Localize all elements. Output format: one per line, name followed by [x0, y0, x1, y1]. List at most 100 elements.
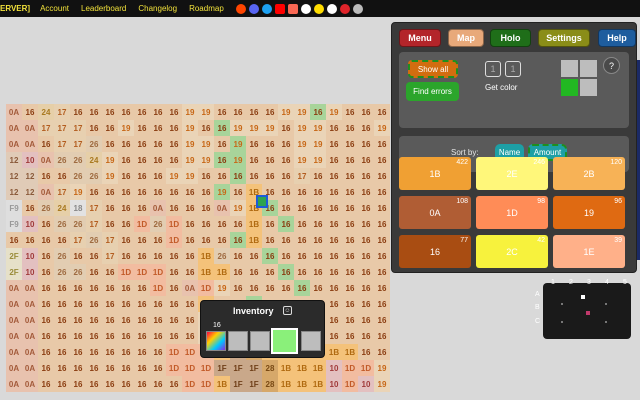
grid-cell[interactable]: 16 — [166, 280, 182, 296]
grid-cell[interactable]: 2F — [6, 264, 22, 280]
grid-cell[interactable]: 16 — [230, 280, 246, 296]
grid-cell[interactable]: 16 — [326, 296, 342, 312]
grid-cell[interactable]: 16 — [294, 264, 310, 280]
grid-cell[interactable]: 26 — [54, 216, 70, 232]
grid-cell[interactable]: 16 — [150, 296, 166, 312]
grid-cell[interactable]: 19 — [230, 152, 246, 168]
grid-cell[interactable]: 1D — [182, 376, 198, 392]
grid-cell[interactable]: 26 — [70, 168, 86, 184]
grid-cell[interactable]: 18 — [70, 200, 86, 216]
grid-cell[interactable]: 16 — [182, 264, 198, 280]
grid-cell[interactable]: 16 — [86, 120, 102, 136]
grid-cell[interactable]: 1B — [326, 344, 342, 360]
grid-cell[interactable]: 1B — [214, 376, 230, 392]
grid-cell[interactable]: 16 — [86, 344, 102, 360]
inventory-slot-3[interactable] — [250, 331, 270, 351]
grid-cell[interactable]: 16 — [54, 296, 70, 312]
grid-cell[interactable]: 16 — [262, 248, 278, 264]
grid-cell[interactable]: 16 — [246, 280, 262, 296]
grid-cell[interactable]: 19 — [230, 120, 246, 136]
grid-cell[interactable]: 0A — [6, 328, 22, 344]
grid-cell[interactable]: 16 — [118, 104, 134, 120]
grid-cell[interactable]: 16 — [214, 136, 230, 152]
grid-cell[interactable]: 16 — [326, 184, 342, 200]
grid-cell[interactable]: 16 — [150, 104, 166, 120]
grid-cell[interactable]: 19 — [166, 168, 182, 184]
grid-cell[interactable]: 16 — [134, 200, 150, 216]
grid-cell[interactable]: 16 — [214, 120, 230, 136]
grid-cell[interactable]: 16 — [166, 312, 182, 328]
grid-cell[interactable]: 28 — [262, 360, 278, 376]
grid-cell[interactable]: 16 — [38, 168, 54, 184]
grid-cell[interactable]: 16 — [118, 280, 134, 296]
grid-cell[interactable]: 16 — [326, 264, 342, 280]
inventory-slot-2[interactable] — [228, 331, 248, 351]
grid-cell[interactable]: 16 — [150, 120, 166, 136]
grid-cell[interactable]: 16 — [230, 168, 246, 184]
grid-cell[interactable]: 0A — [38, 152, 54, 168]
grid-cell[interactable]: 16 — [102, 312, 118, 328]
grid-cell[interactable]: 1D — [166, 344, 182, 360]
grid-cell[interactable]: 16 — [326, 248, 342, 264]
grid-cell[interactable]: 26 — [86, 168, 102, 184]
grid-cell[interactable]: 16 — [166, 184, 182, 200]
grid-cell[interactable]: 16 — [342, 104, 358, 120]
grid-cell[interactable]: 16 — [214, 168, 230, 184]
grid-cell[interactable]: 16 — [70, 328, 86, 344]
minimap[interactable]: 1 2 3 4 5 A B C — [535, 279, 631, 339]
grid-cell[interactable]: 16 — [150, 360, 166, 376]
grid-cell[interactable]: 17 — [102, 248, 118, 264]
grid-cell[interactable]: 16 — [262, 216, 278, 232]
grid-cell[interactable]: 16 — [262, 232, 278, 248]
grid-cell[interactable]: 16 — [150, 344, 166, 360]
color-card[interactable]: 0A 108 — [399, 196, 471, 229]
grid-cell[interactable]: 16 — [374, 328, 390, 344]
grid-cell[interactable]: 0A — [214, 200, 230, 216]
twitter-icon[interactable] — [261, 3, 272, 14]
grid-cell[interactable]: 16 — [310, 248, 326, 264]
grid-cell[interactable]: 16 — [358, 104, 374, 120]
grid-cell[interactable]: 16 — [358, 264, 374, 280]
grid-cell[interactable]: 16 — [358, 168, 374, 184]
grid-cell[interactable]: 16 — [374, 104, 390, 120]
grid-cell[interactable]: 16 — [134, 280, 150, 296]
grid-cell[interactable]: 16 — [166, 152, 182, 168]
grid-cell[interactable]: 1F — [230, 376, 246, 392]
grid-cell[interactable]: 16 — [214, 152, 230, 168]
grid-cell[interactable]: 19 — [230, 136, 246, 152]
swatch-1[interactable] — [561, 60, 578, 77]
grid-cell[interactable]: 26 — [70, 216, 86, 232]
grid-cell[interactable]: 26 — [54, 152, 70, 168]
grid-cell[interactable]: 16 — [38, 360, 54, 376]
grid-cell[interactable]: 19 — [102, 152, 118, 168]
color-card[interactable]: 1E 39 — [553, 235, 625, 268]
grid-cell[interactable]: 16 — [278, 168, 294, 184]
nav-link-roadmap[interactable]: Roadmap — [189, 4, 224, 13]
grid-cell[interactable]: 16 — [102, 136, 118, 152]
grid-cell[interactable]: 16 — [278, 120, 294, 136]
grid-cell[interactable]: 16 — [310, 168, 326, 184]
grid-cell[interactable]: 16 — [134, 376, 150, 392]
grid-cell[interactable]: 0A — [6, 280, 22, 296]
grid-cell[interactable]: 16 — [166, 264, 182, 280]
grid-cell[interactable]: 17 — [102, 232, 118, 248]
grid-cell[interactable]: 16 — [342, 184, 358, 200]
grid-cell[interactable]: 16 — [70, 280, 86, 296]
grid-cell[interactable]: 1B — [294, 360, 310, 376]
grid-cell[interactable]: 0A — [22, 312, 38, 328]
grid-cell[interactable]: 16 — [214, 216, 230, 232]
inventory-slot-rainbow[interactable] — [206, 331, 226, 351]
grid-cell[interactable]: 16 — [294, 280, 310, 296]
grid-cell[interactable]: 16 — [182, 184, 198, 200]
grid-cell[interactable]: 0A — [22, 344, 38, 360]
grid-cell[interactable]: 19 — [182, 168, 198, 184]
grid-cell[interactable]: 16 — [38, 312, 54, 328]
grid-cell[interactable]: 16 — [38, 280, 54, 296]
grid-cell[interactable]: 28 — [262, 376, 278, 392]
grid-cell[interactable]: 19 — [198, 136, 214, 152]
grid-cell[interactable]: 1D — [358, 360, 374, 376]
grid-cell[interactable]: 19 — [102, 168, 118, 184]
grid-cell[interactable]: 16 — [310, 280, 326, 296]
grid-cell[interactable]: 16 — [134, 120, 150, 136]
grid-cell[interactable]: 16 — [374, 312, 390, 328]
